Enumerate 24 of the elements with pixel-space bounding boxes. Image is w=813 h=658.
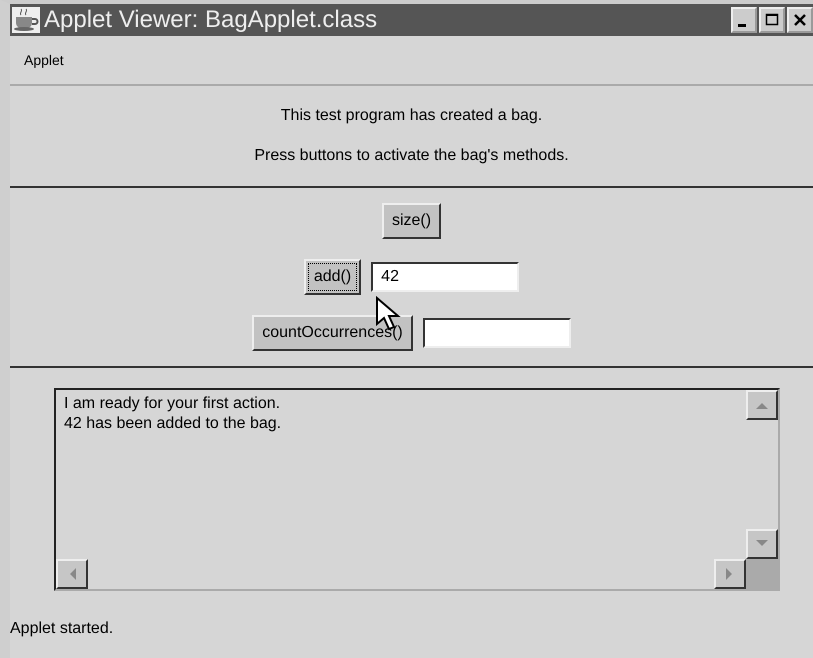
method-button[interactable]: size() [382, 203, 442, 239]
close-icon [793, 13, 807, 27]
method-button[interactable]: countOccurrences() [252, 315, 413, 351]
close-button[interactable] [787, 7, 813, 33]
scroll-right-icon[interactable] [714, 559, 746, 589]
output-text-area[interactable]: I am ready for your first action. 42 has been added to the bag. [54, 388, 780, 591]
scroll-left-icon[interactable] [56, 559, 88, 589]
minimize-icon [738, 24, 746, 26]
menu-item[interactable]: Applet [24, 52, 64, 68]
maximize-icon [765, 13, 779, 27]
output-line: 42 has been added to the bag. [64, 414, 282, 434]
input-field[interactable]: 42 [371, 262, 520, 292]
input-field[interactable] [422, 318, 571, 348]
minimize-button[interactable] [731, 7, 757, 33]
window-title: Applet Viewer: BagApplet.class [44, 6, 378, 34]
maximize-button[interactable] [759, 7, 785, 33]
method-button[interactable]: add() [304, 259, 362, 295]
scrollbar-corner [746, 559, 778, 589]
output-line: I am ready for your first action. [64, 394, 282, 414]
scroll-up-icon[interactable] [746, 390, 778, 420]
scroll-down-icon[interactable] [746, 529, 778, 559]
instruction-text: This test program has created a bag. [280, 107, 542, 126]
status-text: Applet started. [10, 620, 114, 638]
instruction-text: Press buttons to activate the bag's methods. [254, 146, 569, 165]
